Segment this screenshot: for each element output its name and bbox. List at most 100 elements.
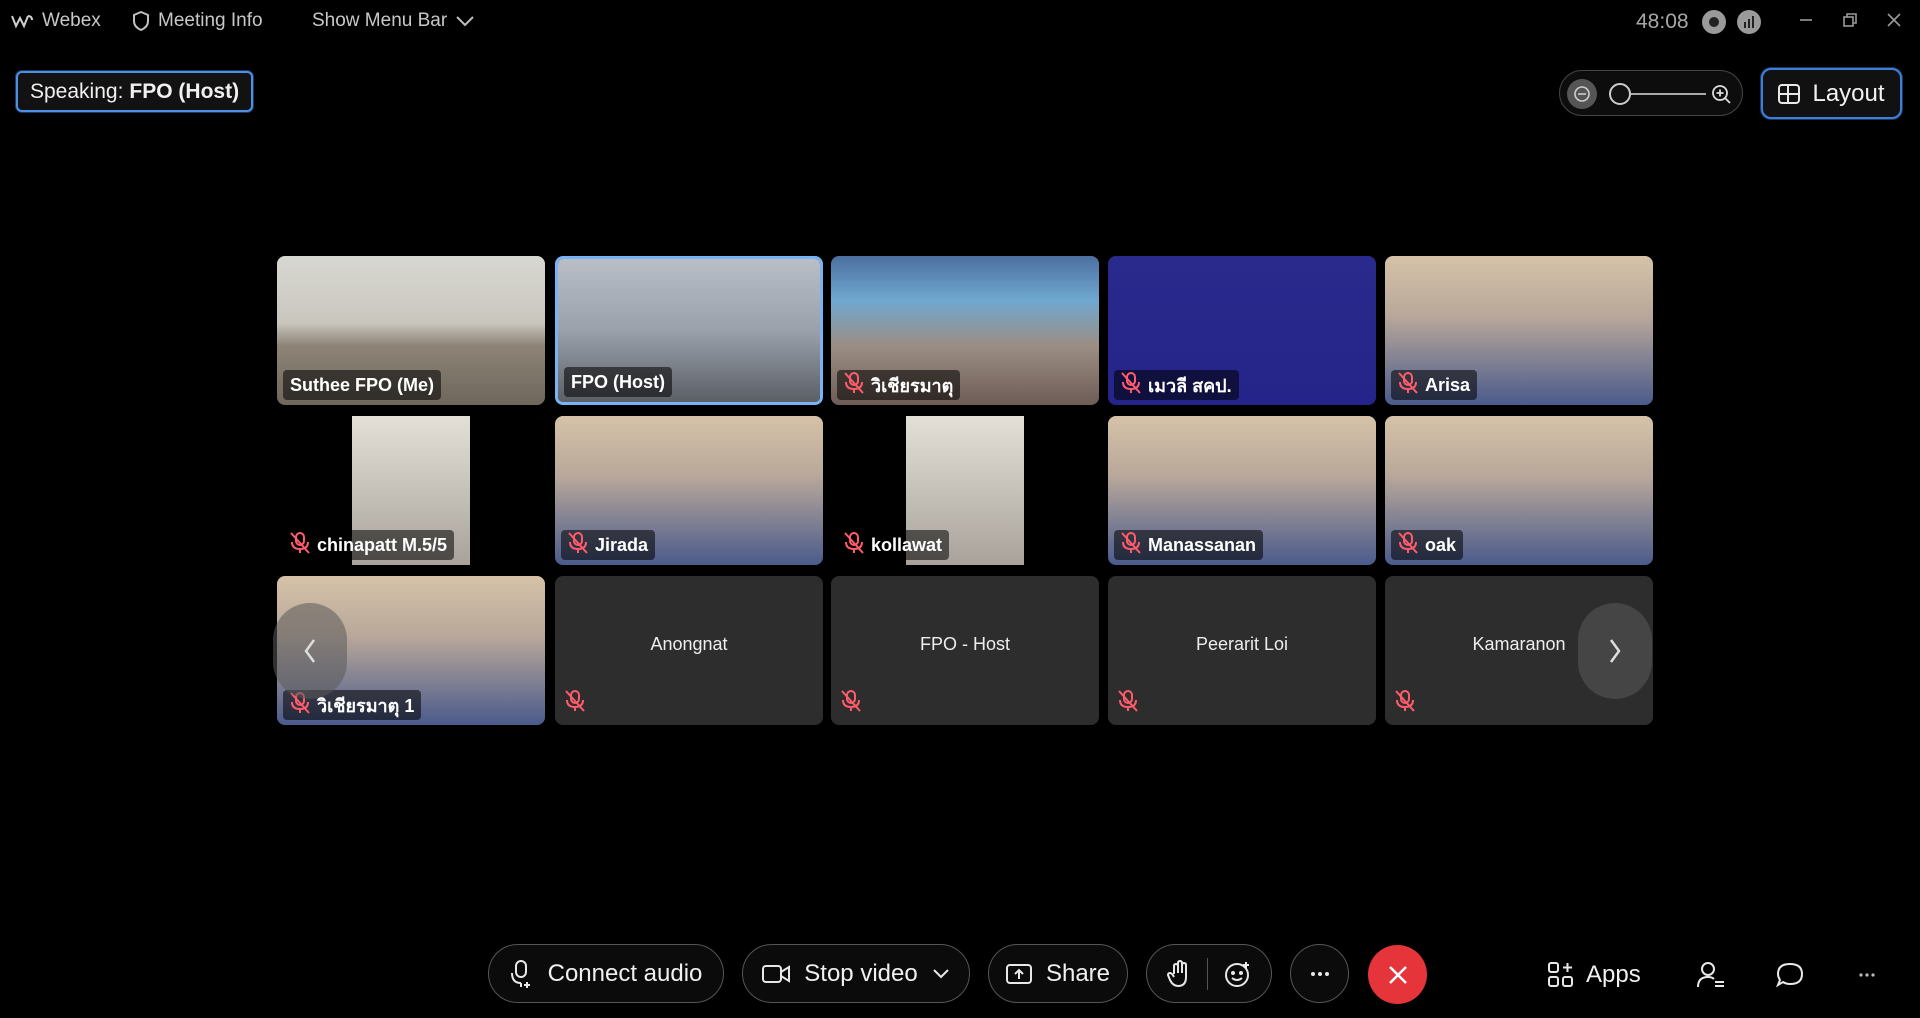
chat-bubble-icon (1776, 962, 1804, 988)
microphone-muted-icon (844, 371, 864, 399)
apps-button[interactable]: Apps (1548, 955, 1641, 995)
network-stats-icon[interactable] (1737, 10, 1761, 34)
microphone-muted-icon (1398, 531, 1418, 559)
participant-name: เมวลี สคป. (1148, 375, 1232, 396)
webex-logo-icon (11, 15, 33, 29)
zoom-out-icon (1574, 86, 1590, 102)
participant-tile[interactable]: oak (1385, 416, 1653, 565)
microphone-muted-icon (844, 531, 864, 559)
participant-tile[interactable]: Peerarit Loi (1108, 576, 1376, 725)
zoom-slider[interactable] (1559, 70, 1743, 116)
participant-tile[interactable]: FPO (Host) (555, 256, 823, 405)
reactions-group (1146, 944, 1272, 1003)
emoji-reaction-icon[interactable] (1224, 960, 1252, 988)
grid-layout-icon (1778, 83, 1801, 104)
participant-tile[interactable]: chinapatt M.5/5 (277, 416, 545, 565)
chevron-right-icon (1609, 639, 1621, 663)
shield-icon (133, 11, 149, 31)
meeting-timer: 48:08 (1636, 10, 1689, 34)
participant-name-bar: kollawat (837, 530, 950, 560)
participant-name: Peerarit Loi (1195, 634, 1289, 654)
microphone-connect-icon (510, 959, 530, 988)
microphone-muted-icon (1121, 371, 1141, 399)
recording-indicator-icon[interactable] (1702, 10, 1726, 34)
restore-button[interactable] (1836, 8, 1864, 32)
participant-tile[interactable]: Jirada (555, 416, 823, 565)
connect-audio-label: Connect audio (547, 959, 703, 987)
participant-name: kollawat (871, 534, 943, 555)
chevron-down-icon[interactable] (932, 968, 950, 980)
participant-name-bar: Arisa (1391, 370, 1478, 400)
zoom-out-button[interactable] (1567, 79, 1597, 109)
microphone-muted-icon (1398, 371, 1418, 399)
more-dots-icon (1310, 971, 1329, 976)
participant-name: chinapatt M.5/5 (317, 534, 448, 555)
show-menu-bar-label: Show Menu Bar (312, 10, 448, 31)
participant-tile[interactable]: Anongnat (555, 576, 823, 725)
participant-name: oak (1425, 534, 1457, 555)
participant-tile[interactable]: Suthee FPO (Me) (277, 256, 545, 405)
webex-app[interactable]: Webex (10, 10, 101, 32)
leave-meeting-button[interactable] (1368, 945, 1427, 1004)
microphone-muted-icon (1395, 690, 1415, 717)
stop-video-label: Stop video (804, 959, 918, 987)
previous-page-button[interactable] (273, 603, 347, 699)
participant-tile[interactable]: kollawat (831, 416, 1099, 565)
active-speaker-label: Speaking: FPO (Host) (16, 71, 254, 112)
raise-hand-icon[interactable] (1166, 959, 1191, 988)
participants-button[interactable] (1697, 955, 1725, 995)
divider (1206, 957, 1208, 990)
share-label: Share (1045, 959, 1111, 987)
participant-name-bar: Suthee FPO (Me) (283, 370, 442, 400)
participant-name: Arisa (1425, 374, 1471, 395)
close-button[interactable] (1880, 8, 1908, 32)
more-dots-icon (1859, 973, 1875, 977)
participant-name: FPO (Host) (571, 371, 665, 392)
microphone-muted-icon (1118, 690, 1138, 717)
share-screen-icon (1005, 963, 1032, 984)
microphone-muted-icon (290, 531, 310, 559)
participant-name-bar: oak (1391, 530, 1464, 560)
participant-name: Jirada (595, 534, 649, 555)
participant-name-bar: Jirada (561, 530, 656, 560)
stop-video-button[interactable]: Stop video (742, 944, 970, 1003)
participant-name: FPO - Host (919, 634, 1010, 654)
participant-tile[interactable]: วิเชียรมาตุ (831, 256, 1099, 405)
participants-icon (1697, 962, 1724, 988)
show-menu-bar-button[interactable]: Show Menu Bar (312, 10, 475, 32)
chevron-down-icon (456, 16, 474, 27)
microphone-muted-icon (1121, 531, 1141, 559)
participant-name: Suthee FPO (Me) (290, 374, 435, 395)
more-options-button[interactable] (1290, 944, 1349, 1003)
chevron-left-icon (304, 639, 316, 663)
participant-name: วิเชียรมาตุ (871, 375, 954, 396)
participant-name-bar: FPO (Host) (564, 367, 672, 397)
zoom-handle[interactable] (1609, 83, 1631, 105)
participant-tile[interactable]: Manassanan (1108, 416, 1376, 565)
participant-name-bar: เมวลี สคป. (1114, 370, 1239, 400)
participant-name: วิเชียรมาตุ 1 (317, 695, 415, 716)
share-button[interactable]: Share (988, 944, 1128, 1003)
more-menu-button[interactable] (1858, 955, 1876, 995)
zoom-in-button[interactable] (1706, 79, 1736, 109)
participant-tile[interactable]: FPO - Host (831, 576, 1099, 725)
title-bar: Webex Meeting Info Show Menu Bar 48:08 (0, 0, 1920, 44)
close-icon (1388, 965, 1407, 984)
layout-button[interactable]: Layout (1761, 68, 1902, 119)
meeting-info-button[interactable]: Meeting Info (132, 10, 263, 32)
participant-tile[interactable]: เมวลี สคป. (1108, 256, 1376, 405)
restore-icon (1843, 13, 1857, 27)
microphone-muted-icon (841, 690, 861, 717)
zoom-in-icon (1712, 85, 1731, 104)
apps-label: Apps (1586, 961, 1641, 988)
participant-tile[interactable]: Arisa (1385, 256, 1653, 405)
minimize-button[interactable] (1792, 8, 1820, 32)
connect-audio-button[interactable]: Connect audio (488, 944, 724, 1003)
speaking-prefix: Speaking: (30, 79, 124, 103)
zoom-track[interactable] (1622, 93, 1706, 95)
participant-name-bar: chinapatt M.5/5 (283, 530, 455, 560)
participant-name: Manassanan (1148, 534, 1257, 555)
chat-button[interactable] (1776, 955, 1804, 995)
minimize-icon (1800, 19, 1812, 21)
next-page-button[interactable] (1578, 603, 1652, 699)
